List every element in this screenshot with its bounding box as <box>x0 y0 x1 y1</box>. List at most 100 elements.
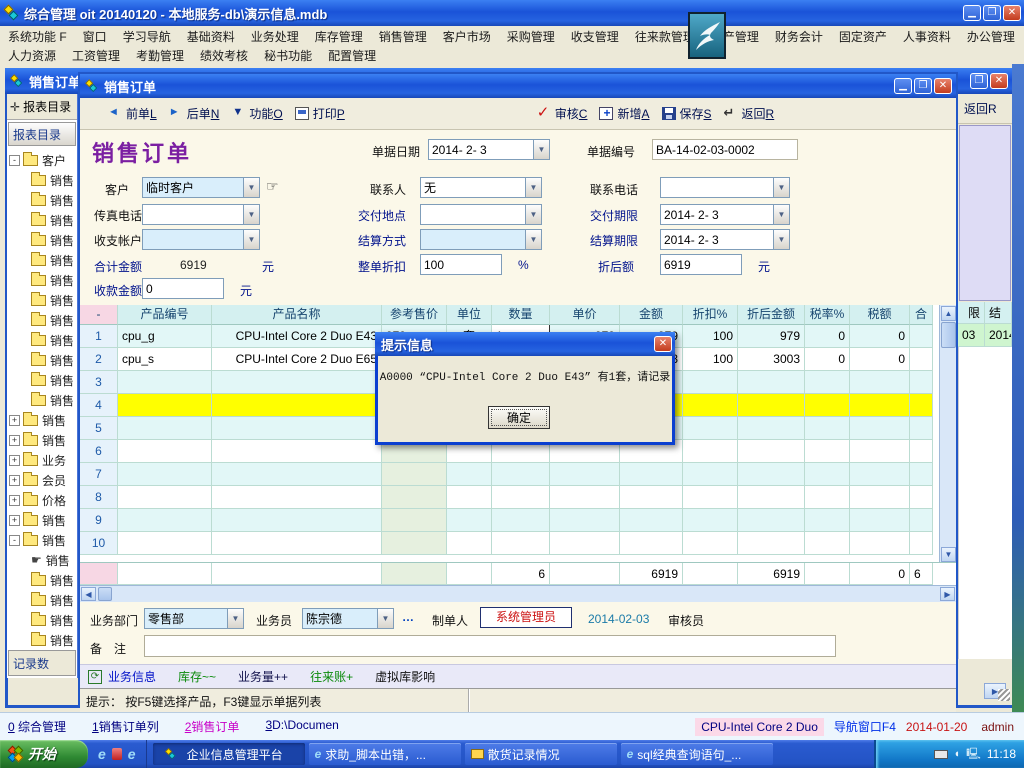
discounted-input[interactable] <box>660 254 742 275</box>
hscroll-thumb[interactable] <box>98 587 112 601</box>
ie-icon[interactable]: e <box>128 746 136 762</box>
row-number-cell[interactable]: 4 <box>80 394 118 417</box>
back-maximize-button[interactable]: ❐ <box>970 73 988 89</box>
tree-item[interactable]: 销售 <box>7 170 77 190</box>
status-window-link[interactable]: 3D:\Documen <box>265 718 338 735</box>
taskbar-task-button[interactable]: esql经典查询语句_... <box>621 743 773 765</box>
toolbar-button-down[interactable]: 功能O <box>225 103 288 124</box>
tree-toggle-icon[interactable]: + <box>9 495 20 506</box>
keyboard-tray-icon[interactable] <box>934 750 948 759</box>
date-combo[interactable]: 2014- 2- 3▼ <box>428 139 550 160</box>
menu-item[interactable]: 工资管理 <box>64 45 128 66</box>
tree-item[interactable]: 销售 <box>7 290 77 310</box>
back-close-button[interactable]: ✕ <box>990 73 1008 89</box>
scroll-left-arrow[interactable]: ◀ <box>81 587 96 601</box>
grid-cell[interactable] <box>118 371 212 394</box>
menu-item[interactable]: 财务会计 <box>767 26 831 47</box>
chevron-down-icon[interactable]: ▼ <box>773 178 789 197</box>
sidebar-header[interactable]: ✛ 报表目录 <box>7 94 77 120</box>
tree-item[interactable]: 销售 <box>7 630 77 648</box>
grid-cell[interactable] <box>212 371 382 394</box>
status-window-link[interactable]: 2销售订单 <box>185 718 240 735</box>
grid-cell[interactable] <box>850 440 910 463</box>
tree-item[interactable]: +销售 <box>7 410 77 430</box>
minimize-button[interactable]: ▁ <box>963 5 981 21</box>
grid-cell[interactable] <box>805 417 850 440</box>
grid-hscrollbar[interactable]: ◀ ▶ <box>80 585 956 602</box>
grid-cell[interactable] <box>805 509 850 532</box>
status-window-link[interactable]: 0 综合管理 <box>8 718 66 735</box>
toolbar-button-next[interactable]: 后单N <box>163 103 226 124</box>
grid-vscrollbar[interactable]: ▲ ▼ <box>939 305 956 563</box>
row-number-cell[interactable]: 6 <box>80 440 118 463</box>
grid-cell[interactable] <box>118 463 212 486</box>
grid-cell[interactable] <box>382 532 447 555</box>
remark-input[interactable] <box>144 635 836 657</box>
order-maximize-button[interactable]: ❐ <box>914 78 932 94</box>
grid-cell[interactable] <box>212 417 382 440</box>
tree-item[interactable]: 销售 <box>7 570 77 590</box>
chevron-down-icon[interactable]: ▼ <box>525 205 541 224</box>
grid-cell[interactable] <box>805 371 850 394</box>
tree-item[interactable]: 销售 <box>7 350 77 370</box>
grid-cell[interactable]: 0 <box>850 325 910 348</box>
grid-cell[interactable] <box>910 325 933 348</box>
chevron-down-icon[interactable]: ▼ <box>243 178 259 197</box>
grid-cell[interactable] <box>738 486 805 509</box>
menu-item[interactable]: 销售管理 <box>371 26 435 47</box>
grid-cell[interactable] <box>683 532 738 555</box>
grid-cell[interactable]: cpu_s <box>118 348 212 371</box>
tree-item[interactable]: 销售 <box>7 250 77 270</box>
grid-cell[interactable]: 979 <box>738 325 805 348</box>
tree-item[interactable]: 销售 <box>7 230 77 250</box>
grid-cell[interactable] <box>118 440 212 463</box>
tree-toggle-icon[interactable]: - <box>9 155 20 166</box>
grid-cell[interactable] <box>447 463 492 486</box>
grid-cell[interactable] <box>738 417 805 440</box>
row-number-cell[interactable]: 10 <box>80 532 118 555</box>
toolbar-button-check[interactable]: 审核C <box>531 103 594 124</box>
grid-cell[interactable]: 0 <box>850 348 910 371</box>
tree-item[interactable]: 销售 <box>7 390 77 410</box>
info-strip-item[interactable]: 虚拟库影响 <box>375 670 435 684</box>
grid-cell[interactable] <box>550 532 620 555</box>
info-strip-item[interactable]: 业务信息 <box>108 670 156 684</box>
grid-cell[interactable] <box>683 394 738 417</box>
menu-item[interactable]: 库存管理 <box>307 26 371 47</box>
back-return-button[interactable]: 返回R <box>958 94 1012 124</box>
record-count-button[interactable]: 记录数 <box>8 650 76 676</box>
back-mini-cell[interactable]: 03 <box>958 324 985 347</box>
tree-item[interactable]: +销售 <box>7 510 77 530</box>
grid-cell[interactable] <box>738 509 805 532</box>
tree-item[interactable]: 销售 <box>7 210 77 230</box>
menu-item[interactable]: 人力资源 <box>0 45 64 66</box>
chevron-down-icon[interactable]: ▼ <box>243 205 259 224</box>
grid-cell[interactable] <box>910 440 933 463</box>
order-no-input[interactable] <box>652 139 798 160</box>
grid-cell[interactable] <box>683 371 738 394</box>
grid-cell[interactable] <box>382 486 447 509</box>
grid-cell[interactable] <box>850 509 910 532</box>
taskbar-task-button[interactable]: 企业信息管理平台 <box>153 743 305 765</box>
grid-cell[interactable] <box>910 532 933 555</box>
grid-cell[interactable] <box>620 463 683 486</box>
scroll-up-arrow[interactable]: ▲ <box>941 306 956 321</box>
grid-cell[interactable] <box>805 486 850 509</box>
grid-cell[interactable]: 0 <box>805 348 850 371</box>
menu-item[interactable]: 固定资产 <box>831 26 895 47</box>
menu-item[interactable]: 采购管理 <box>499 26 563 47</box>
grid-cell[interactable] <box>683 486 738 509</box>
customer-lookup-icon[interactable]: ☞ <box>266 178 279 195</box>
tree-item[interactable]: 销售 <box>7 330 77 350</box>
back-mini-cell[interactable]: 2014 <box>985 324 1012 347</box>
grid-cell[interactable] <box>805 440 850 463</box>
grid-cell[interactable] <box>910 348 933 371</box>
tree-toggle-icon[interactable]: + <box>9 515 20 526</box>
grid-cell[interactable] <box>805 532 850 555</box>
chevron-down-icon[interactable]: ▼ <box>243 230 259 249</box>
grid-cell[interactable] <box>738 440 805 463</box>
chevron-down-icon[interactable]: ▼ <box>773 205 789 224</box>
contact-combo[interactable]: 无▼ <box>420 177 542 198</box>
chevron-down-icon[interactable]: ▼ <box>525 178 541 197</box>
row-number-cell[interactable]: 5 <box>80 417 118 440</box>
